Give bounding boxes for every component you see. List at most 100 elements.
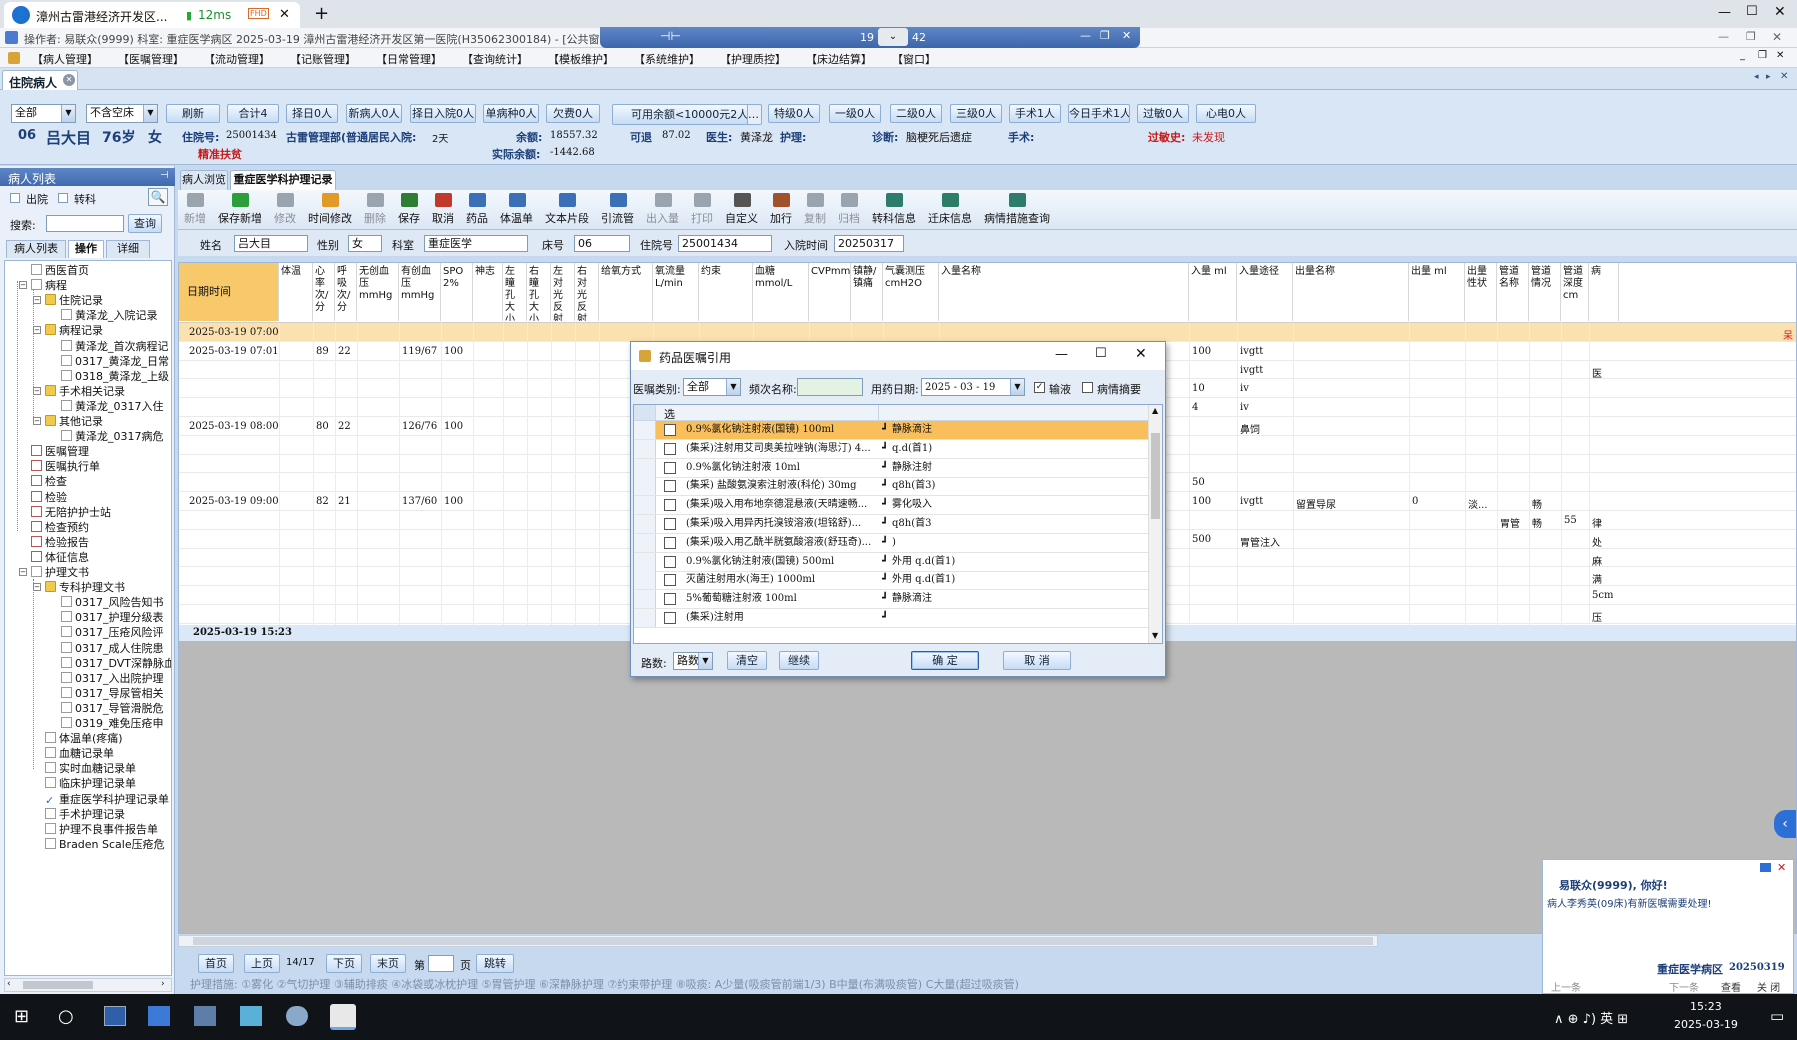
tree-item[interactable]: 黄泽龙_0317入住: [61, 399, 164, 414]
grid-column-header[interactable]: 管道深度cm: [1561, 263, 1589, 321]
clock-date[interactable]: 2025-03-19: [1674, 1018, 1738, 1031]
close-tab-icon[interactable]: ✕: [279, 7, 290, 22]
grid-column-header[interactable]: 心率次/分: [313, 263, 335, 321]
tree-item[interactable]: 手术护理记录: [45, 807, 125, 822]
drug-select-checkbox[interactable]: [664, 461, 676, 474]
form-inpatient-field[interactable]: 25001434: [678, 235, 772, 252]
filter-button[interactable]: 刷新: [166, 104, 220, 123]
ok-button[interactable]: 确 定: [911, 651, 979, 670]
scroll-down-icon[interactable]: ▼: [1152, 631, 1158, 640]
drug-row[interactable]: (集采)注射用 ┛: [634, 609, 1148, 628]
left-tab[interactable]: 详细: [106, 240, 150, 258]
filter-button[interactable]: 合计4: [227, 104, 279, 123]
drug-select-checkbox[interactable]: [664, 442, 676, 455]
tree-item[interactable]: 护理不良事件报告单: [45, 822, 158, 837]
tree-item[interactable]: ✓ 重症医学科护理记录单: [45, 792, 169, 807]
menu-item[interactable]: 【模板维护】: [548, 51, 614, 67]
tree-expand-icon[interactable]: −: [33, 296, 41, 305]
taskbar-app-6-icon[interactable]: [330, 1004, 356, 1030]
taskbar-app-1-icon[interactable]: [104, 1006, 126, 1026]
taskbar-app-4-icon[interactable]: [240, 1006, 262, 1026]
taskbar-app-3-icon[interactable]: [194, 1006, 216, 1026]
grid-column-header[interactable]: 出量性状: [1465, 263, 1497, 321]
toolbar-button[interactable]: 取消: [430, 190, 456, 230]
route-select[interactable]: 路数 ▼: [673, 652, 713, 670]
app-restore-icon[interactable]: ❐: [1746, 30, 1756, 43]
tree-item[interactable]: 检查预约: [31, 520, 89, 535]
windows-start-icon[interactable]: ⊞: [14, 1008, 29, 1026]
tree-item[interactable]: 手术相关记录 −: [33, 384, 125, 399]
toolbar-button[interactable]: 保存: [396, 190, 422, 230]
toolbar-button[interactable]: 时间修改: [306, 190, 354, 230]
scroll-thumb[interactable]: [23, 981, 93, 989]
toolbar-button[interactable]: 修改: [272, 190, 298, 230]
remote-minimize-icon[interactable]: —: [1080, 29, 1091, 42]
transfer-checkbox[interactable]: [58, 193, 68, 203]
tree-item[interactable]: 0317_护理分级表: [61, 610, 164, 625]
tree-item[interactable]: 体温单(疼痛): [45, 731, 123, 746]
tree-item[interactable]: 0317_导尿管相关: [61, 686, 164, 701]
grid-column-header[interactable]: 右对光反射: [575, 263, 599, 321]
new-tab-button[interactable]: +: [314, 3, 329, 24]
remote-restore-icon[interactable]: ❐: [1100, 29, 1110, 42]
tree-expand-icon[interactable]: −: [33, 583, 41, 592]
popup-next-link[interactable]: 下一条: [1669, 979, 1699, 994]
grid-column-header[interactable]: 出量名称: [1293, 263, 1409, 321]
grid-column-header[interactable]: 神志: [473, 263, 503, 321]
tree-expand-icon[interactable]: −: [33, 417, 41, 425]
toolbar-button[interactable]: 新增: [182, 190, 208, 230]
dialog-minimize-icon[interactable]: —: [1055, 347, 1068, 362]
grid-column-header[interactable]: 左瞳孔大小: [503, 263, 527, 321]
tree-item[interactable]: 无陪护护士站: [31, 505, 111, 520]
menu-restore-icon[interactable]: ❐: [1758, 50, 1767, 61]
level-button[interactable]: 今日手术1人: [1068, 104, 1130, 123]
tree-item[interactable]: Braden Scale压疮危: [45, 837, 165, 852]
dialog-maximize-icon[interactable]: ☐: [1095, 346, 1107, 361]
content-tab[interactable]: 病人浏览: [180, 170, 228, 190]
menu-minimize-icon[interactable]: _: [1740, 50, 1745, 61]
toolbar-button[interactable]: 出入量: [644, 190, 681, 230]
tab-next-icon[interactable]: ▸: [1766, 72, 1771, 82]
form-sex-field[interactable]: 女: [348, 235, 382, 252]
tab-prev-icon[interactable]: ◂: [1754, 72, 1759, 82]
scope-select[interactable]: 全部 ▼: [11, 104, 76, 123]
tree-item[interactable]: 0318_黄泽龙_上级: [61, 369, 169, 384]
menu-item[interactable]: 【查询统计】: [462, 51, 528, 67]
drug-row[interactable]: 5%葡萄糖注射液 100ml ┛ 静脉滴注: [634, 590, 1148, 610]
doc-tab-inpatients[interactable]: 住院病人 ✕: [2, 70, 78, 90]
grid-column-header[interactable]: 管道情况: [1529, 263, 1561, 321]
grid-column-header[interactable]: 管道名称: [1497, 263, 1529, 321]
grid-column-header[interactable]: 体温: [279, 263, 313, 321]
menu-item[interactable]: 【窗口】: [892, 51, 936, 67]
drug-row[interactable]: 0.9%氯化钠注射液 10ml ┛ 静脉注射: [634, 458, 1148, 478]
toolbar-button[interactable]: 转科信息: [870, 190, 918, 230]
grid-column-header[interactable]: 入量途径: [1237, 263, 1293, 321]
menu-item[interactable]: 【护理质控】: [720, 51, 786, 67]
grid-column-header[interactable]: 右瞳孔大小: [527, 263, 551, 321]
tree-item[interactable]: 检查: [31, 474, 67, 489]
browser-tab[interactable]: 👤 漳州古雷港经济开发区... ▮ 12ms FHD ✕: [4, 2, 300, 28]
tree-item[interactable]: 实时血糖记录单: [45, 761, 136, 776]
maximize-icon[interactable]: ☐: [1746, 4, 1758, 19]
drug-select-checkbox[interactable]: [664, 499, 676, 512]
menu-item[interactable]: 【系统维护】: [634, 51, 700, 67]
filter-button[interactable]: 择日入院0人: [410, 104, 476, 123]
toolbar-button[interactable]: 体温单: [498, 190, 535, 230]
tree-item[interactable]: 黄泽龙_入院记录: [61, 308, 158, 323]
tree-item[interactable]: 黄泽龙_首次病程记: [61, 339, 169, 354]
level-button[interactable]: 三级0人: [950, 104, 1002, 123]
drug-row[interactable]: (集采)吸入用异丙托溴铵溶液(坦铭舒)... ┛ q8h(首3: [634, 515, 1148, 534]
content-tab[interactable]: 重症医学科护理记录单: [230, 170, 336, 204]
level-button[interactable]: 心电0人: [1196, 104, 1256, 123]
toolbar-button[interactable]: 加行: [768, 190, 794, 230]
tree-item[interactable]: 专科护理文书 −: [33, 580, 125, 595]
grid-column-header[interactable]: 镇静/镇痛: [851, 263, 883, 321]
level-button[interactable]: 手术1人: [1009, 104, 1061, 123]
grid-column-header[interactable]: 日期时间: [179, 263, 279, 321]
tree-expand-icon[interactable]: −: [19, 568, 27, 576]
query-button[interactable]: 查询: [128, 214, 162, 233]
drug-row[interactable]: (集采)吸入用布地奈德混悬液(天晴速畅... ┛ 雾化吸入: [634, 496, 1148, 516]
drug-row[interactable]: 0.9%氯化钠注射液(国镜) 100ml ┛ 静脉滴注: [634, 421, 1148, 440]
popup-close-icon[interactable]: ✕: [1777, 861, 1786, 874]
scroll-left-icon[interactable]: ‹: [7, 979, 11, 989]
